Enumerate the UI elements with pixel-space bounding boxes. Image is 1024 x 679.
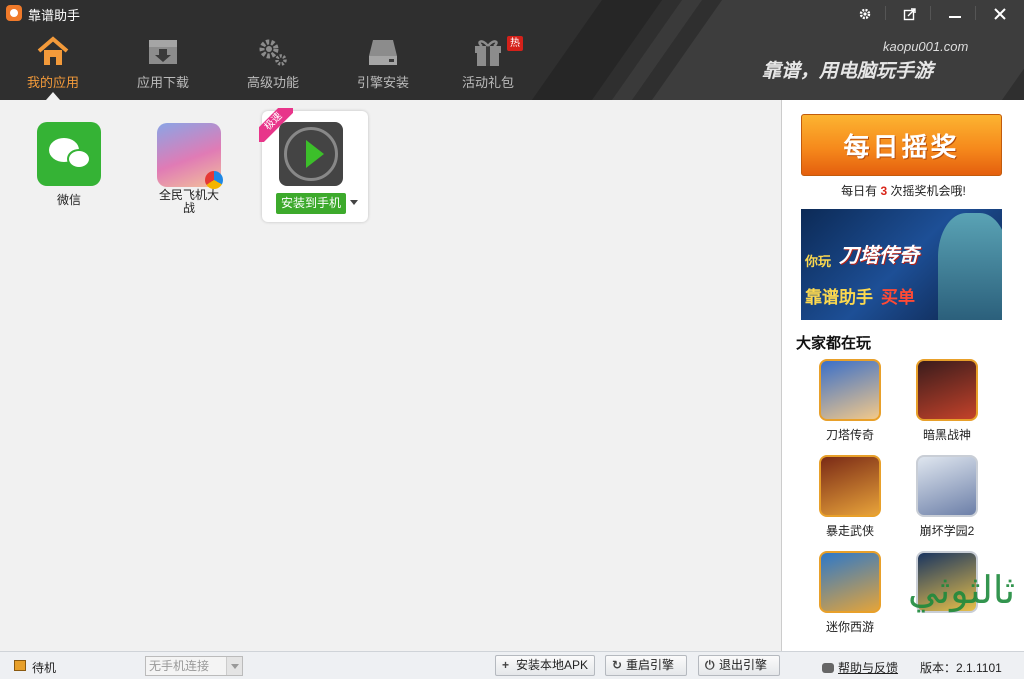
app-name: 微信 [56,193,81,207]
banner-character [938,213,1002,320]
promo-banner[interactable]: 你玩 刀塔传奇 靠谱助手 买单 [801,209,1002,320]
title-separator [885,6,886,20]
plus-icon: + [502,658,510,672]
popular-game-item[interactable]: 崩坏学园2 [902,455,992,539]
minimize-icon [949,16,961,18]
nav-label: 我的应用 [26,75,79,90]
lottery-info-suffix: 次摇奖机会哦! [890,184,966,198]
app-tile-player[interactable]: 极速 安装到手机 [259,108,368,222]
popular-game-item[interactable] [902,551,992,618]
nav-app-download[interactable]: 应用下载 [113,36,213,96]
nav-advanced[interactable]: 高级功能 [223,36,323,96]
game-icon [819,551,881,613]
home-icon [37,36,69,65]
nav-engine-install[interactable]: 引擎安装 [333,36,433,96]
promo-sidebar: 每日摇奖 每日有 3 次摇奖机会哦! 你玩 刀塔传奇 靠谱助手 买单 大家都在玩… [781,100,1024,651]
settings-button[interactable] [848,2,882,26]
game-icon [157,123,223,189]
my-apps-panel: 微信 全民飞机大战 极速 安装到手机 [0,100,781,651]
player-icon [279,122,343,186]
app-header: 靠谱助手 我的应用 应用下载 高级功能 引擎安装 活动礼包 热 kaopu001… [0,0,1024,100]
lottery-info-prefix: 每日有 [841,184,878,198]
status-text: 待机 [32,661,57,675]
restore-icon [903,8,916,21]
app-title: 靠谱助手 [28,8,81,23]
game-icon [819,455,881,517]
version-label: 版本：2.1.1101 [920,661,1002,675]
game-name: 暗黑战神 [922,428,971,442]
nav-label: 高级功能 [246,75,299,90]
power-icon: ⏻ [705,658,715,672]
app-name: 全民飞机大战 [158,188,219,215]
app-tile-wechat[interactable]: 微信 [29,122,109,207]
exit-engine-button[interactable]: ⏻ 退出引擎 [698,655,780,676]
gear-icon [859,8,871,20]
chevron-down-icon [226,657,242,675]
popular-game-item[interactable]: 迷你西游 [805,551,895,635]
popular-games-title: 大家都在玩 [796,335,872,352]
button-label: 重启引擎 [626,658,675,672]
nav-active-pointer [46,92,60,100]
game-icon [819,359,881,421]
lottery-label: 每日摇奖 [843,132,960,162]
title-separator [975,6,976,20]
game-name: 刀塔传奇 [825,428,874,442]
nav-label: 活动礼包 [461,75,514,90]
install-dropdown-arrow-icon[interactable] [350,200,358,205]
site-url: kaopu001.com [883,39,969,54]
hot-badge: 热 [507,36,523,51]
nav-label: 应用下载 [136,75,189,90]
popular-game-item[interactable]: 暴走武侠 [805,455,895,539]
help-feedback-link[interactable]: 帮助与反馈 [822,659,898,676]
popular-game-item[interactable]: 刀塔传奇 [805,359,895,443]
gift-icon [475,40,501,66]
lottery-info: 每日有 3 次摇奖机会哦! [782,182,1024,199]
download-box-icon [149,40,177,64]
wechat-icon [37,122,101,186]
restore-button[interactable] [893,2,927,26]
banner-text: 刀塔传奇 [839,245,919,267]
close-icon [994,8,1006,20]
button-label: 安装本地APK [516,658,589,672]
install-local-apk-button[interactable]: + 安装本地APK [495,655,595,676]
help-label: 帮助与反馈 [838,661,899,675]
nav-label: 引擎安装 [356,75,409,90]
slogan: 靠谱，用电脑玩手游 [762,61,934,82]
game-icon [916,551,978,613]
gears-icon [259,39,287,66]
game-icon [916,455,978,517]
device-select[interactable]: 无手机连接 [145,656,243,676]
device-status-icon [14,660,26,671]
nav-gift-events[interactable]: 活动礼包 [438,36,538,96]
drive-icon [369,40,397,65]
app-logo-icon [6,5,22,21]
button-label: 退出引擎 [719,658,768,672]
game-icon [916,359,978,421]
game-name: 暴走武侠 [825,524,874,538]
lottery-count: 3 [880,184,888,198]
close-button[interactable] [983,2,1017,26]
daily-lottery-button[interactable]: 每日摇奖 [801,114,1002,176]
game-name: 迷你西游 [825,620,874,634]
banner-text: 买单 [881,288,915,307]
refresh-icon: ↻ [612,658,623,672]
game-name: 崩坏学园2 [919,524,975,538]
minimize-button[interactable] [938,2,972,26]
install-to-phone-button[interactable]: 安装到手机 [276,193,346,214]
banner-text: 靠谱助手 [805,288,873,307]
restart-engine-button[interactable]: ↻ 重启引擎 [605,655,687,676]
nav-my-apps[interactable]: 我的应用 [3,36,103,96]
status-bar: 待机 无手机连接 + 安装本地APK ↻ 重启引擎 ⏻ 退出引擎 帮助与反馈 版本：2… [0,651,1024,679]
popular-game-item[interactable]: 暗黑战神 [902,359,992,443]
title-bar: 靠谱助手 [0,0,1024,26]
title-separator [930,6,931,20]
chat-bubble-icon [822,663,834,673]
app-tile-plane-war[interactable]: 全民飞机大战 [149,123,229,215]
banner-text: 你玩 [805,254,832,269]
device-select-value: 无手机连接 [149,659,210,673]
